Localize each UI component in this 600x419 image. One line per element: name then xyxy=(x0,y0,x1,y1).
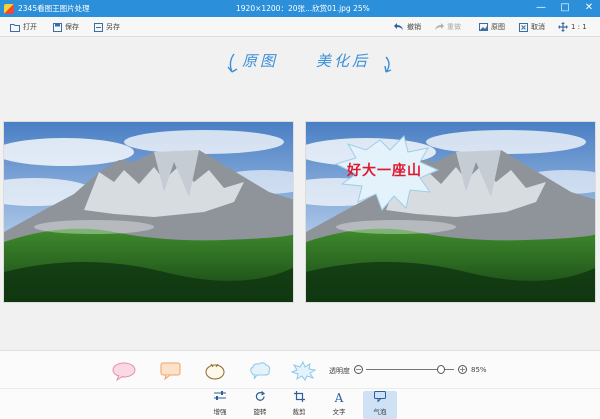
cancel-icon xyxy=(518,22,528,32)
opacity-slider-thumb[interactable] xyxy=(436,365,445,374)
save-as-icon xyxy=(93,22,103,32)
crop-tool[interactable]: 裁剪 xyxy=(285,391,313,419)
opacity-value: 85% xyxy=(471,366,487,374)
bubble-shapes-row: 透明度 − + 85% xyxy=(0,351,600,389)
save-as-label: 另存 xyxy=(106,23,120,31)
save-icon xyxy=(52,22,62,32)
undo-label: 撤销 xyxy=(407,23,421,31)
file-info: 1920×1200：20张...欣赏01.jpg 25% xyxy=(236,4,370,13)
move-arrows-icon xyxy=(558,22,568,32)
text-icon: A xyxy=(334,391,344,405)
annotation-original: 原图 xyxy=(242,52,279,70)
undo-icon xyxy=(394,22,404,32)
save-label: 保存 xyxy=(65,23,79,31)
enhance-tool[interactable]: 增强 xyxy=(206,391,234,419)
save-as-button[interactable]: 另存 xyxy=(93,20,120,34)
rotate-tool[interactable]: 旋转 xyxy=(246,391,274,419)
save-button[interactable]: 保存 xyxy=(52,20,79,34)
open-button[interactable]: 打开 xyxy=(10,20,37,34)
annotation-beautified: 美化后 xyxy=(316,52,371,70)
rotate-label: 旋转 xyxy=(253,408,267,416)
original-photo xyxy=(3,121,294,303)
bubble-text[interactable]: 好大一座山 xyxy=(347,160,422,180)
text-label: 文字 xyxy=(332,408,346,416)
beautified-photo: 好大一座山 xyxy=(305,121,596,303)
starburst-bubble-icon[interactable] xyxy=(290,361,316,381)
undo-button[interactable]: 撤销 xyxy=(394,20,421,34)
window-controls: — □ ✕ xyxy=(534,1,596,15)
round-bubble-icon[interactable] xyxy=(202,361,228,381)
opacity-label: 透明度 xyxy=(329,367,350,375)
app-logo-icon xyxy=(4,3,14,14)
crop-label: 裁剪 xyxy=(292,408,306,416)
original-label: 原图 xyxy=(491,23,505,31)
rotate-icon xyxy=(255,391,266,405)
speech-bubble-icon xyxy=(374,391,386,405)
text-tool[interactable]: A 文字 xyxy=(325,391,353,419)
oval-bubble-icon[interactable] xyxy=(111,361,137,381)
opacity-decrease-button[interactable]: − xyxy=(354,365,363,374)
ratio-label: 1 : 1 xyxy=(571,23,587,31)
crop-icon xyxy=(293,391,305,405)
title-bar: 2345看图王图片处理 1920×1200：20张...欣赏01.jpg 25%… xyxy=(0,0,600,17)
opacity-increase-button[interactable]: + xyxy=(458,365,467,374)
bottom-panel: 透明度 − + 85% 增强 旋转 裁剪 A 文字 气泡 xyxy=(0,350,600,419)
comparison-annotation: 原图 美化后 xyxy=(218,48,408,78)
minimize-button[interactable]: — xyxy=(534,1,548,15)
sliders-icon xyxy=(214,391,226,405)
redo-icon xyxy=(434,22,444,32)
maximize-button[interactable]: □ xyxy=(558,1,572,15)
folder-icon xyxy=(10,22,20,32)
bubble-tool[interactable]: 气泡 xyxy=(363,391,397,419)
image-icon xyxy=(478,22,488,32)
close-button[interactable]: ✕ xyxy=(582,1,596,15)
cancel-button[interactable]: 取消 xyxy=(518,20,545,34)
original-button[interactable]: 原图 xyxy=(478,20,505,34)
app-title: 2345看图王图片处理 xyxy=(18,4,90,13)
bubble-label: 气泡 xyxy=(373,408,387,416)
actual-size-button[interactable]: 1 : 1 xyxy=(558,20,587,34)
toolbar: 打开 保存 另存 撤销 重做 原图 取消 1: 1 xyxy=(0,17,600,37)
redo-button[interactable]: 重做 xyxy=(434,20,461,34)
enhance-label: 增强 xyxy=(213,408,227,416)
cancel-label: 取消 xyxy=(531,23,545,31)
cloud-bubble-icon[interactable] xyxy=(247,361,273,381)
rect-bubble-icon[interactable] xyxy=(158,361,184,381)
open-label: 打开 xyxy=(23,23,37,31)
redo-label: 重做 xyxy=(447,23,461,31)
edit-tools-row: 增强 旋转 裁剪 A 文字 气泡 xyxy=(0,389,600,419)
